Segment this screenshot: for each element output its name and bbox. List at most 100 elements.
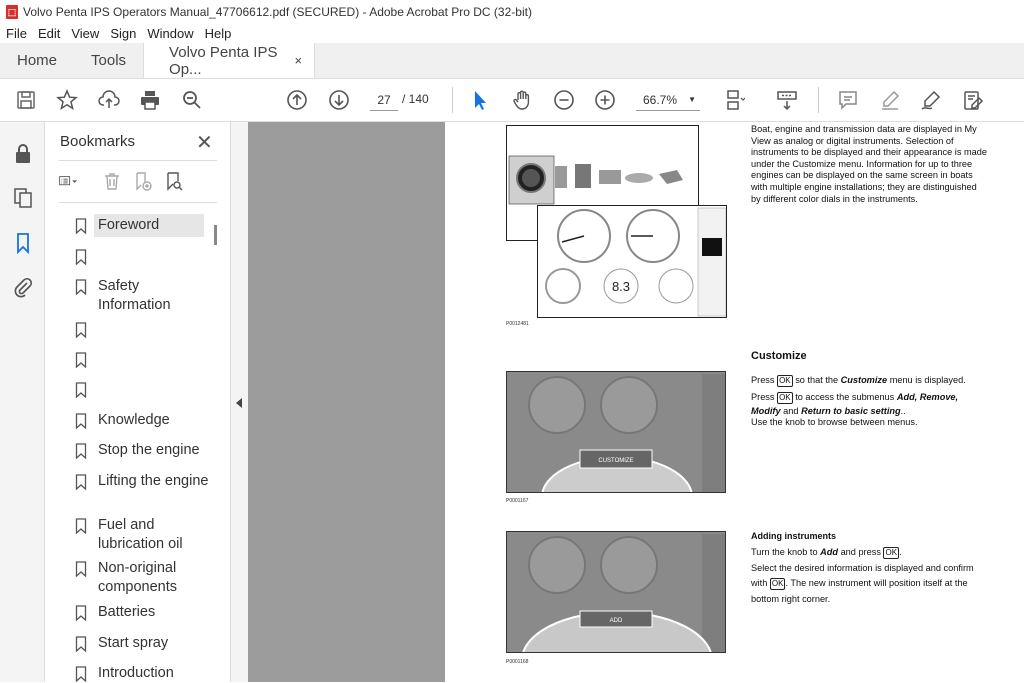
window-title: Volvo Penta IPS Operators Manual_4770661… [23, 4, 532, 19]
menu-view[interactable]: View [71, 26, 99, 41]
text-run: Return to basic setting [801, 406, 901, 416]
divider [59, 202, 217, 203]
zoom-in-icon[interactable] [593, 88, 617, 112]
text-run: Turn the knob to [751, 547, 818, 557]
text-run: menu is displayed. [889, 375, 966, 385]
tab-bar: Home Tools Volvo Penta IPS Op... × [0, 43, 1024, 79]
divider [59, 160, 217, 161]
left-navigation-rail [0, 122, 45, 682]
lock-icon[interactable] [12, 142, 34, 164]
bookmark-icon [75, 279, 87, 295]
bookmark-item[interactable]: Start spray [75, 634, 215, 653]
page-down-icon[interactable] [327, 88, 351, 112]
bookmark-label: Lifting the engine [98, 473, 209, 489]
text-run: Press [751, 392, 775, 402]
text-run: and press [840, 547, 881, 557]
figure-instrument-screen: 8.3 [537, 205, 727, 318]
bookmarks-toolbar [59, 170, 195, 194]
attachment-icon[interactable] [12, 276, 34, 298]
bookmark-item[interactable]: Stop the engine [75, 441, 215, 460]
bookmark-label: Batteries [98, 604, 156, 620]
find-bookmark-icon[interactable] [164, 171, 186, 193]
bookmarks-panel: Bookmarks ✕ Foreword Safety Information [45, 122, 230, 682]
toolbar-divider [818, 87, 819, 113]
bookmarks-title: Bookmarks [60, 133, 136, 150]
zoom-level-select[interactable]: 66.7% ▼ [636, 89, 700, 111]
bookmark-item[interactable]: Fuel and lubrication oil [75, 516, 215, 554]
tab-document[interactable]: Volvo Penta IPS Op... × [143, 43, 316, 78]
bookmark-label: Safety Information [98, 278, 171, 313]
bookmark-icon [75, 413, 87, 429]
bookmark-icon [75, 474, 87, 490]
adding-paragraph: Turn the knob to Add and press OK. Selec… [751, 545, 991, 607]
bookmark-item[interactable] [75, 247, 215, 265]
text-run: Press [751, 375, 775, 385]
page-up-icon[interactable] [285, 88, 309, 112]
text-run: so that the [795, 375, 839, 385]
bookmark-item[interactable] [75, 320, 215, 338]
tab-close-icon[interactable]: × [294, 53, 302, 68]
bookmark-item[interactable]: Non-original components [75, 559, 215, 597]
ok-button-glyph: OK [769, 578, 786, 590]
menu-bar: File Edit View Sign Window Help [0, 23, 1024, 43]
bookmark-item[interactable]: Lifting the engine [75, 472, 215, 491]
gauges-illustration: 8.3 [545, 207, 726, 317]
bookmarks-scrollbar[interactable] [214, 225, 217, 245]
scroll-mode-icon[interactable] [775, 88, 799, 112]
text-run: Customize [840, 375, 888, 385]
bookmark-item[interactable]: Knowledge [75, 411, 215, 430]
close-icon[interactable]: ✕ [196, 130, 213, 155]
bookmark-label: Fuel and lubrication oil [98, 517, 183, 552]
zoom-search-icon[interactable] [180, 88, 204, 112]
bookmark-item[interactable]: Introduction [75, 664, 215, 683]
page-display-icon[interactable] [722, 88, 746, 112]
menu-edit[interactable]: Edit [38, 26, 60, 41]
bookmark-item[interactable]: Batteries [75, 603, 215, 622]
bookmark-label: Knowledge [98, 412, 170, 428]
document-viewer[interactable]: 8.3 P0012481 Boat, engine and transmissi… [248, 122, 1024, 682]
zoom-level-value: 66.7% [643, 93, 678, 107]
delete-icon[interactable] [102, 171, 124, 193]
bookmark-icon [75, 636, 87, 652]
tab-home[interactable]: Home [0, 43, 74, 78]
bookmark-item[interactable] [75, 350, 215, 368]
zoom-out-icon[interactable] [552, 88, 576, 112]
edit-pdf-icon[interactable] [961, 88, 985, 112]
options-menu-icon[interactable] [59, 171, 93, 193]
bookmark-panel-icon[interactable] [12, 232, 34, 255]
bookmark-item[interactable]: Safety Information [75, 277, 215, 315]
title-bar: ⬚ Volvo Penta IPS Operators Manual_47706… [0, 0, 1024, 23]
hand-tool-icon[interactable] [510, 88, 534, 112]
text-run: to access the submenus [795, 392, 895, 402]
collapse-arrow-icon[interactable] [236, 398, 242, 408]
tab-tools[interactable]: Tools [74, 43, 143, 78]
menu-help[interactable]: Help [205, 26, 232, 41]
bookmark-label: Non-original components [98, 560, 177, 595]
tab-document-label: Volvo Penta IPS Op... [169, 43, 278, 78]
ok-button-glyph: OK [777, 392, 793, 404]
menu-sign[interactable]: Sign [110, 26, 136, 41]
bookmark-icon [75, 352, 87, 368]
cloud-upload-icon[interactable] [97, 88, 121, 112]
text-run: with [751, 578, 768, 588]
menu-file[interactable]: File [6, 26, 27, 41]
new-bookmark-icon[interactable] [133, 171, 155, 193]
print-icon[interactable] [138, 88, 162, 112]
customize-heading: Customize [751, 350, 807, 362]
bookmark-label: Introduction [98, 665, 174, 681]
save-icon[interactable] [14, 88, 38, 112]
panel-splitter[interactable] [230, 122, 248, 682]
sign-icon[interactable] [919, 88, 943, 112]
figure-customize-menu: CUSTOMIZE [506, 371, 726, 493]
figure-caption: P0001168 [506, 659, 529, 665]
menu-window[interactable]: Window [147, 26, 193, 41]
page-thumbnails-icon[interactable] [12, 187, 34, 209]
bookmark-item[interactable] [75, 380, 215, 398]
bookmark-item[interactable]: Foreword [75, 214, 215, 237]
star-icon[interactable] [55, 88, 79, 112]
comment-icon[interactable] [836, 88, 860, 112]
add-instrument-illustration: ADD [522, 534, 725, 652]
select-cursor-icon[interactable] [468, 88, 492, 112]
highlight-pen-icon[interactable] [878, 88, 902, 112]
page-number-input[interactable]: 27 [370, 89, 398, 111]
